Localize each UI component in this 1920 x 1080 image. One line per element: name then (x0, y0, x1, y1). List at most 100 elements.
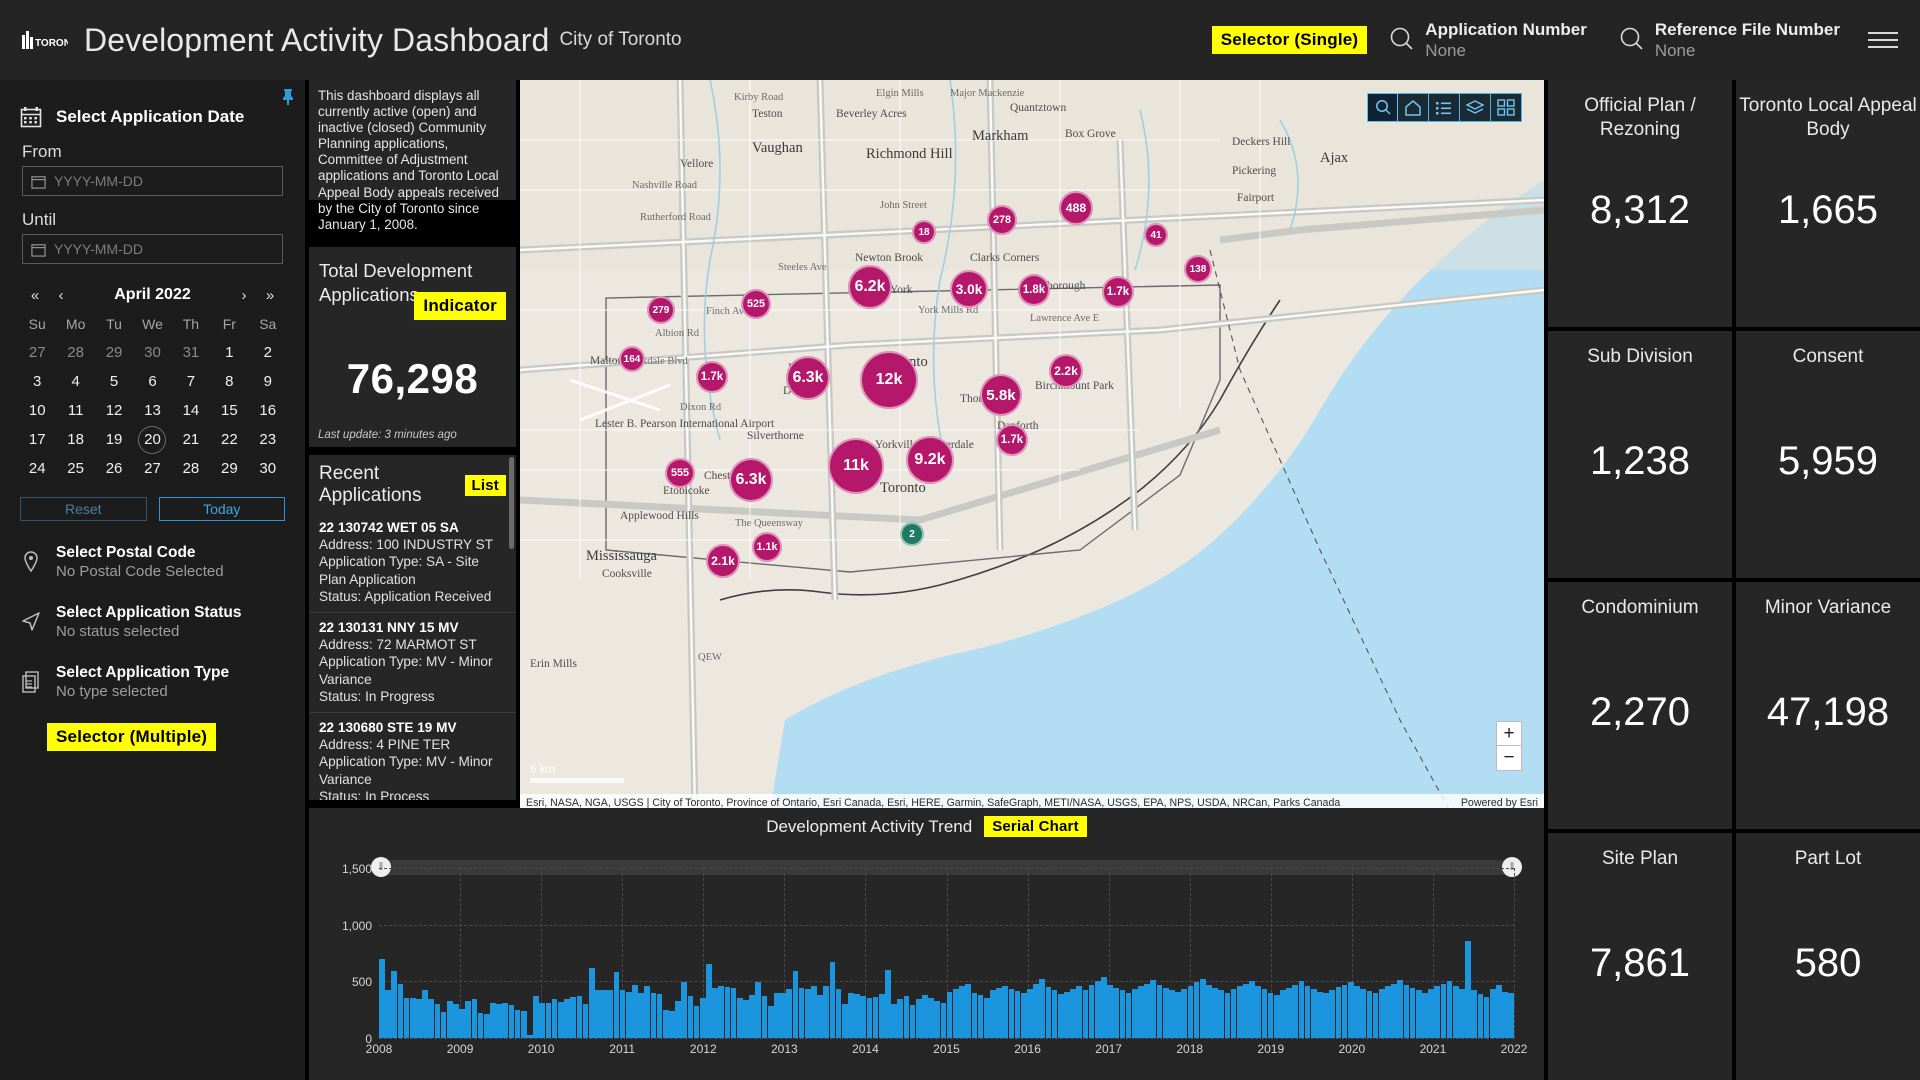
calendar-day[interactable]: 29 (210, 460, 248, 477)
calendar-day[interactable]: 30 (249, 460, 287, 477)
chart-bar[interactable] (1323, 993, 1329, 1038)
chart-bar[interactable] (656, 994, 663, 1038)
chart-bar[interactable] (755, 981, 762, 1038)
chart-bar[interactable] (780, 992, 786, 1038)
chart-bar[interactable] (1230, 989, 1237, 1038)
chart-bar[interactable] (1446, 981, 1453, 1038)
chart-bar[interactable] (1162, 988, 1169, 1038)
chart-bar[interactable] (699, 998, 706, 1038)
chart-bar[interactable] (403, 998, 410, 1038)
chart-bar[interactable] (1020, 993, 1027, 1038)
chart-bar[interactable] (687, 995, 694, 1038)
chart-bar[interactable] (928, 997, 934, 1038)
chart-bar[interactable] (798, 988, 805, 1038)
map-cluster-marker[interactable]: 2.2k (1049, 354, 1083, 388)
chart-bar[interactable] (1045, 987, 1052, 1038)
chart-bar[interactable] (1341, 984, 1348, 1038)
map-cluster-marker[interactable]: 6.3k (729, 458, 773, 502)
prev-year-button[interactable]: « (22, 287, 48, 304)
application-number-search[interactable]: Application Number None (1385, 19, 1587, 61)
chart-bar[interactable] (619, 990, 626, 1038)
chart-bar[interactable] (1292, 984, 1299, 1038)
map-cluster-marker[interactable]: 278 (987, 205, 1017, 235)
map-cluster-marker[interactable]: 164 (619, 346, 645, 372)
chart-bar[interactable] (675, 1000, 681, 1038)
calendar-day[interactable]: 7 (172, 373, 210, 390)
map-cluster-marker[interactable]: 1.7k (996, 424, 1028, 456)
chart-bar[interactable] (693, 1006, 700, 1038)
map-cluster-marker[interactable]: 1.7k (1102, 276, 1134, 308)
chart-bar[interactable] (1477, 993, 1484, 1038)
next-month-button[interactable]: › (231, 287, 257, 304)
chart-bar[interactable] (823, 986, 830, 1038)
chart-bar[interactable] (872, 997, 879, 1038)
chart-bar[interactable] (650, 993, 657, 1038)
chart-bar[interactable] (1397, 980, 1404, 1038)
chart-bar[interactable] (1082, 990, 1089, 1038)
chart-bar[interactable] (934, 1000, 941, 1038)
chart-bar[interactable] (774, 993, 780, 1038)
chart-bar[interactable] (588, 967, 595, 1038)
calendar-day[interactable]: 17 (18, 431, 56, 448)
chart-bar[interactable] (1261, 989, 1268, 1038)
chart-bar[interactable] (613, 972, 620, 1038)
chart-bar[interactable] (1051, 990, 1058, 1038)
sidebar-item-application-status[interactable]: Select Application Status No status sele… (0, 581, 305, 641)
today-button[interactable]: Today (158, 497, 285, 521)
chart-bar[interactable] (891, 1004, 897, 1038)
map-layers-button[interactable] (1460, 93, 1491, 122)
chart-bar[interactable] (422, 989, 428, 1038)
chart-bar[interactable] (1199, 979, 1206, 1038)
chart-bar[interactable] (1273, 994, 1280, 1038)
chart-bar[interactable] (409, 997, 416, 1038)
chart-bar[interactable] (965, 983, 971, 1038)
chart-bar[interactable] (1236, 986, 1243, 1038)
chart-bar[interactable] (1249, 981, 1255, 1038)
chart-bar[interactable] (1014, 990, 1021, 1038)
chart-bar[interactable] (625, 992, 632, 1038)
chart-bar[interactable] (897, 999, 904, 1038)
map-cluster-marker[interactable]: 2.1k (706, 544, 740, 578)
chart-bar[interactable] (576, 996, 583, 1038)
chart-bar[interactable] (959, 986, 965, 1038)
chart-bar[interactable] (1169, 990, 1175, 1038)
calendar-day[interactable]: 25 (56, 460, 94, 477)
list-item[interactable]: 22 130680 STE 19 MV Address: 4 PINE TER Ap… (309, 712, 516, 800)
calendar-day[interactable]: 27 (18, 344, 56, 361)
chart-bar[interactable] (946, 991, 953, 1038)
chart-bar[interactable] (1508, 993, 1515, 1038)
chart-bar[interactable] (551, 999, 558, 1038)
calendar-day[interactable]: 16 (249, 402, 287, 419)
calendar-day[interactable]: 11 (56, 402, 94, 419)
chart-bar[interactable] (669, 1011, 675, 1038)
map-cluster-marker[interactable]: 6.3k (786, 356, 830, 400)
chart-bar[interactable] (1372, 993, 1379, 1038)
chart-bar[interactable] (1057, 993, 1064, 1038)
calendar-grid[interactable]: Su Mo Tu We Th Fr Sa 27 28 29 30 31 1 2 3 4 5 6 7 8 9 10 11 12 1… (18, 316, 287, 477)
chart-bar[interactable] (1206, 984, 1212, 1038)
chart-bar[interactable] (440, 1011, 447, 1038)
chart-bar[interactable] (1033, 983, 1039, 1038)
chart-bar[interactable] (508, 1005, 515, 1038)
chart-bar[interactable] (767, 1005, 774, 1038)
chart-bar[interactable] (527, 1034, 533, 1038)
chart-bar[interactable] (996, 988, 1002, 1038)
calendar-day[interactable]: 20 (133, 431, 171, 448)
chart-bar[interactable] (1428, 989, 1434, 1038)
chart-bar[interactable] (681, 982, 688, 1038)
chart-bar[interactable] (736, 997, 743, 1038)
chart-bar[interactable] (885, 970, 891, 1038)
chart-bar[interactable] (385, 990, 391, 1038)
chart-bar[interactable] (718, 986, 725, 1038)
chart-bar[interactable] (557, 1001, 564, 1038)
chart-bar[interactable] (1489, 989, 1496, 1038)
calendar-day[interactable]: 26 (95, 460, 133, 477)
list-scrollbar[interactable] (509, 457, 514, 549)
chart-bar[interactable] (434, 1004, 441, 1038)
chart-bar[interactable] (539, 1002, 546, 1038)
chart-bar[interactable] (1131, 989, 1138, 1038)
chart-bar[interactable] (1193, 982, 1200, 1038)
chart-bar[interactable] (1187, 986, 1194, 1038)
chart-bar[interactable] (1076, 986, 1083, 1038)
chart-bar[interactable] (1502, 991, 1508, 1038)
